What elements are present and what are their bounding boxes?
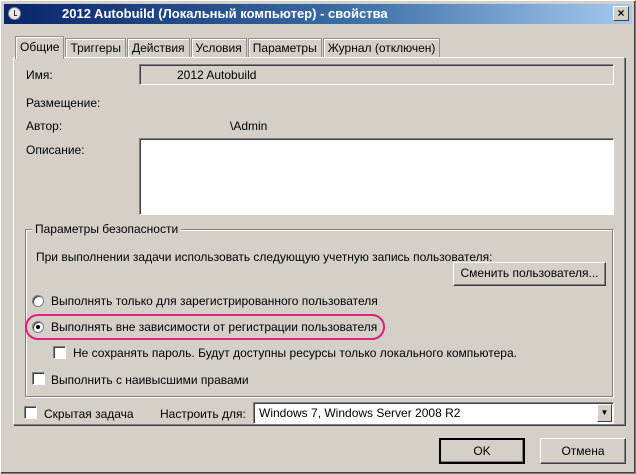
tab-strip: Общие Триггеры Действия Условия Параметр… xyxy=(15,36,441,59)
configure-label: Настроить для: xyxy=(160,407,246,421)
properties-dialog: 2012 Autobuild (Локальный компьютер) - с… xyxy=(0,0,636,474)
description-label: Описание: xyxy=(26,143,85,157)
tab-triggers[interactable]: Триггеры xyxy=(65,38,126,58)
radio-logged-on[interactable] xyxy=(32,295,44,307)
highest-privileges-checkbox[interactable] xyxy=(32,372,45,385)
window-title: 2012 Autobuild (Локальный компьютер) - с… xyxy=(62,6,388,21)
radio-logged-on-label[interactable]: Выполнять только для зарегистрированного… xyxy=(51,294,378,308)
hidden-label[interactable]: Скрытая задача xyxy=(44,407,134,421)
title-bar: 2012 Autobuild (Локальный компьютер) - с… xyxy=(4,4,632,24)
configure-value: Windows 7, Windows Server 2008 R2 xyxy=(259,406,461,420)
tab-actions[interactable]: Действия xyxy=(126,38,190,58)
configure-select[interactable]: Windows 7, Windows Server 2008 R2 ▼ xyxy=(253,402,614,424)
close-button[interactable]: × xyxy=(613,6,629,21)
ok-button[interactable]: OK xyxy=(439,438,525,464)
radio-whether-logged-on[interactable] xyxy=(32,321,44,333)
clock-icon xyxy=(8,7,21,20)
author-value: \Admin xyxy=(230,119,268,133)
author-label: Автор: xyxy=(26,119,63,133)
description-input[interactable] xyxy=(139,138,614,215)
highest-privileges-label[interactable]: Выполнить с наивысшими правами xyxy=(51,373,249,387)
tab-settings[interactable]: Параметры xyxy=(247,38,322,58)
account-text: При выполнении задачи использовать следу… xyxy=(36,250,493,264)
name-value: 2012 Autobuild xyxy=(177,68,257,82)
chevron-down-icon[interactable]: ▼ xyxy=(597,404,612,422)
tab-history[interactable]: Журнал (отключен) xyxy=(322,38,441,58)
tab-general[interactable]: Общие xyxy=(15,36,65,59)
radio-whether-label[interactable]: Выполнять вне зависимости от регистрации… xyxy=(51,320,377,334)
cancel-button[interactable]: Отмена xyxy=(540,438,626,464)
no-store-password-checkbox[interactable] xyxy=(53,346,66,359)
no-store-password-label[interactable]: Не сохранять пароль. Будут доступны ресу… xyxy=(73,346,517,360)
hidden-checkbox[interactable] xyxy=(24,406,37,419)
security-legend: Параметры безопасности xyxy=(32,222,182,236)
name-field: 2012 Autobuild xyxy=(139,64,614,85)
location-label: Размещение: xyxy=(26,96,101,110)
change-user-button[interactable]: Сменить пользователя... xyxy=(453,262,606,286)
name-label: Имя: xyxy=(26,68,53,82)
tab-conditions[interactable]: Условия xyxy=(190,38,247,58)
